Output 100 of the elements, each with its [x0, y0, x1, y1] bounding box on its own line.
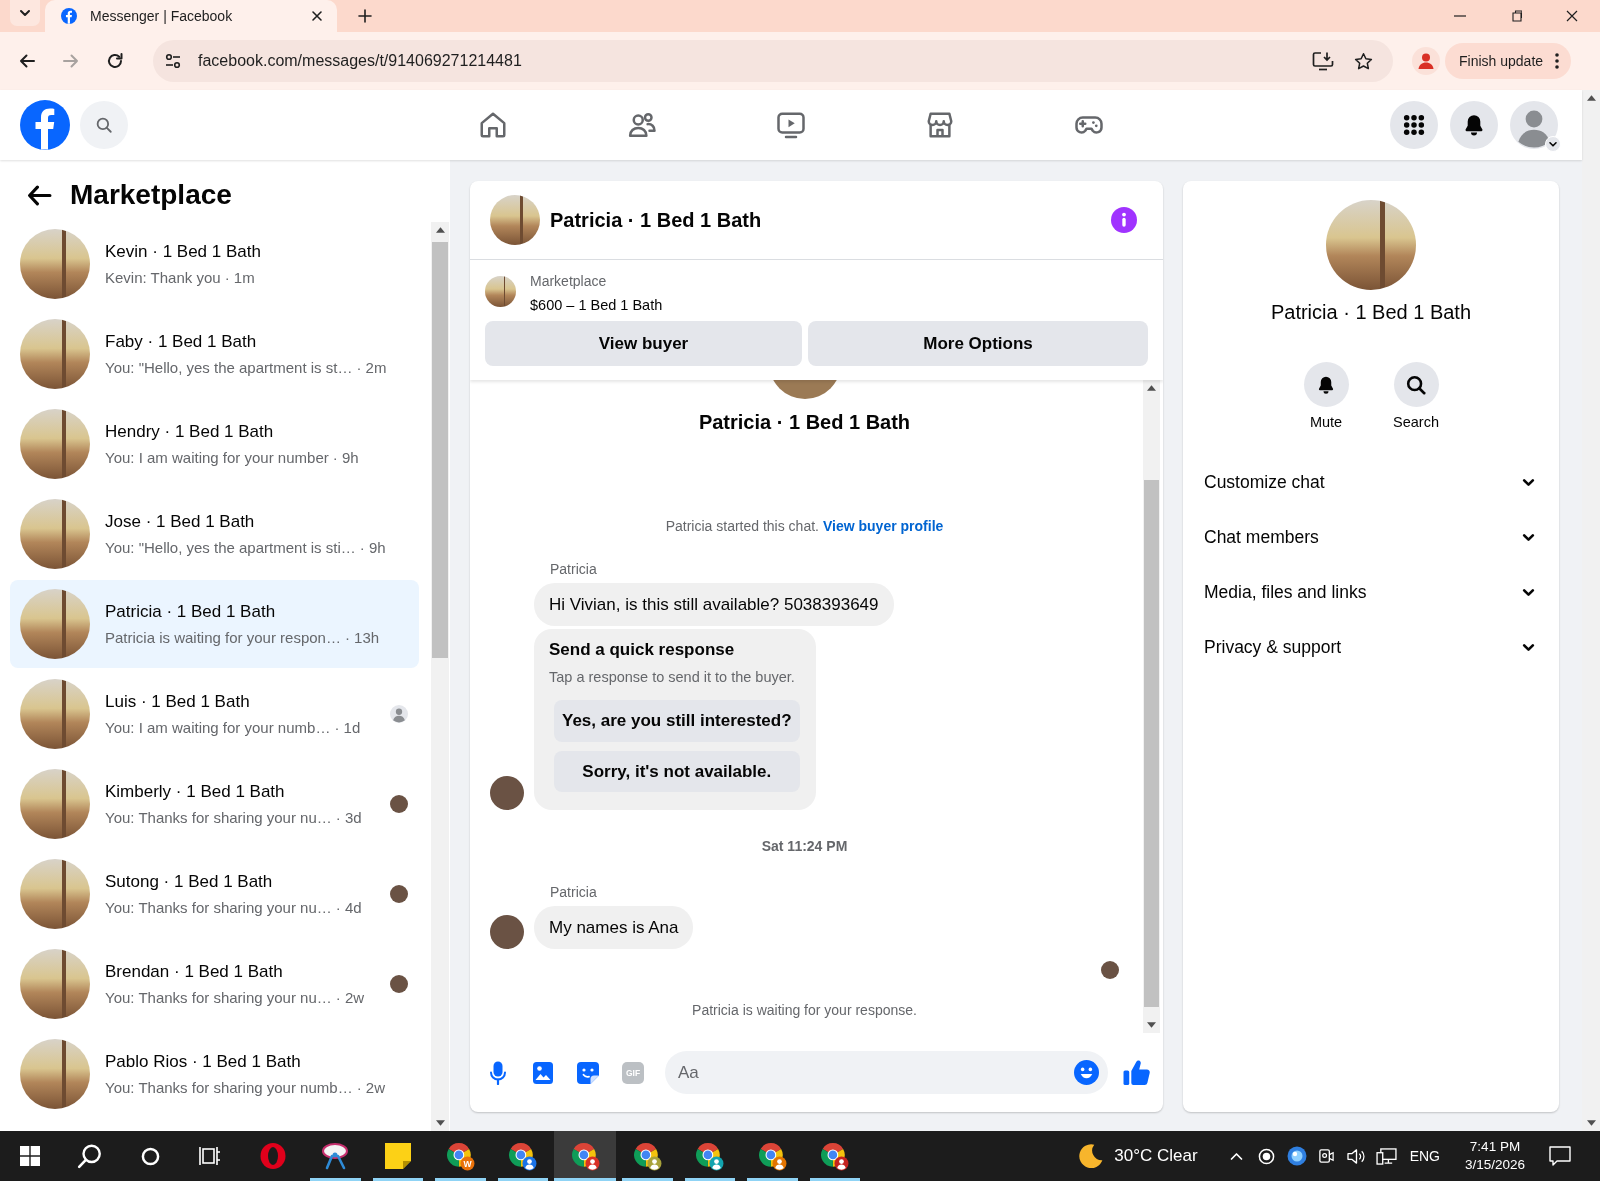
scroll-down-icon[interactable]	[435, 1120, 445, 1126]
tab-list-button[interactable]	[10, 0, 40, 26]
account-button[interactable]	[1510, 101, 1558, 149]
conversation-item[interactable]: Pablo Rios · 1 Bed 1 Bath You: Thanks for sharing your numb… · 2w	[10, 1030, 419, 1118]
message-time: · 2m	[356, 357, 387, 378]
round-app-icon	[1286, 1146, 1307, 1166]
notifications-button[interactable]	[1450, 101, 1498, 149]
search-icon	[77, 1143, 103, 1169]
record-icon	[1258, 1147, 1276, 1165]
view-buyer-button[interactable]: View buyer	[485, 321, 802, 366]
scrollbar-thumb[interactable]	[1144, 480, 1159, 1007]
section-toggle[interactable]: Privacy & support	[1195, 620, 1541, 675]
message-preview: You: Thanks for sharing your numb…	[105, 1077, 353, 1098]
conversation-title: Patricia · 1 Bed 1 Bath	[697, 410, 912, 434]
scroll-down-icon[interactable]	[1147, 1022, 1156, 1028]
section-toggle[interactable]: Customize chat	[1195, 455, 1541, 510]
quick-response-title: Send a quick response	[549, 639, 736, 661]
camera-icon	[1318, 1147, 1336, 1165]
star-icon	[1353, 51, 1373, 71]
weather-button[interactable]: 30°C Clear	[1078, 1131, 1198, 1181]
chevron-down-icon	[19, 7, 31, 19]
clock-time[interactable]: 7:41 PM	[1469, 1138, 1521, 1156]
message-preview: Patricia is waiting for your respon…	[105, 627, 341, 648]
bell-icon	[1316, 374, 1336, 395]
close-icon	[1566, 10, 1578, 22]
search-button[interactable]	[1393, 362, 1439, 407]
conversation-item[interactable]: Kimberly · 1 Bed 1 Bath You: Thanks for sharing your nu… · 3d	[10, 760, 419, 848]
conversation-name: Luis · 1 Bed 1 Bath	[105, 690, 251, 713]
more-options-button[interactable]: More Options	[808, 321, 1148, 366]
speaker-icon	[1347, 1147, 1367, 1165]
sender-name: Patricia	[549, 561, 598, 577]
message-preview: You: Thanks for sharing your nu…	[105, 987, 332, 1008]
menu-button[interactable]	[1390, 101, 1438, 149]
conversation-item[interactable]: Jose · 1 Bed 1 Bath You: "Hello, yes the apartment is sti… · 9h	[10, 490, 419, 578]
quick-reply-button[interactable]: Yes, are you still interested?	[554, 700, 800, 742]
scroll-up-icon[interactable]	[1586, 95, 1596, 101]
scroll-down-icon[interactable]	[1586, 1120, 1596, 1126]
sender-name: Patricia	[549, 884, 598, 900]
chat-notice: Patricia started this chat. View buyer profile	[664, 517, 945, 535]
message-preview: You: I am waiting for your numb…	[105, 717, 331, 738]
listing-photo	[485, 275, 516, 307]
message-time: · 1d	[334, 717, 361, 738]
scrollbar[interactable]	[431, 222, 449, 1131]
conversation-name: Sutong · 1 Bed 1 Bath	[105, 870, 274, 893]
conversation-item[interactable]: Patricia · 1 Bed 1 Bath Patricia is waiting for your respon… · 13h	[10, 580, 419, 668]
monitor-download-icon	[1312, 51, 1334, 71]
taskbar-app-button[interactable]	[553, 1131, 617, 1181]
message-time: · 9h	[359, 537, 386, 558]
update-button[interactable]: Finish update	[1445, 43, 1572, 79]
message-preview: You: "Hello, yes the apartment is st…	[105, 357, 353, 378]
search-icon	[1405, 373, 1427, 396]
message-time: · 3d	[335, 807, 362, 828]
scrollbar-thumb[interactable]	[432, 242, 448, 658]
profile-button[interactable]	[1412, 47, 1440, 75]
conversation-name: Kimberly · 1 Bed 1 Bath	[105, 780, 286, 803]
address-bar[interactable]: facebook.com/messages/t/914069271214481	[153, 40, 1393, 82]
action-label: Mute	[1309, 413, 1343, 431]
conversation-item[interactable]: Brendan · 1 Bed 1 Bath You: Thanks for sharing your nu… · 2w	[10, 940, 419, 1028]
scrollbar[interactable]	[1582, 90, 1600, 1131]
conversation-name: Faby · 1 Bed 1 Bath	[105, 330, 258, 353]
conversation-name: Brendan · 1 Bed 1 Bath	[105, 960, 284, 983]
browser-tab[interactable]: Messenger | Facebook	[45, 0, 337, 32]
more-vertical-icon	[1555, 53, 1560, 69]
microphone-icon	[490, 1060, 506, 1085]
conversation-item[interactable]: Sutong · 1 Bed 1 Bath You: Thanks for sharing your nu… · 4d	[10, 850, 419, 938]
emoji-button[interactable]	[1073, 1059, 1099, 1086]
conversation-item[interactable]: Hendry · 1 Bed 1 Bath You: I am waiting for your number · 9h	[10, 400, 419, 488]
language-indicator[interactable]: ENG	[1409, 1131, 1440, 1181]
message-time: · 4d	[335, 897, 362, 918]
message-time: · 13h	[344, 627, 380, 648]
chat-title: Patricia · 1 Bed 1 Bath	[550, 208, 762, 232]
section-toggle[interactable]: Chat members	[1195, 510, 1541, 565]
scrollbar[interactable]	[1143, 380, 1160, 1033]
listing-photo	[490, 195, 540, 245]
facebook-logo-icon[interactable]	[20, 100, 70, 150]
conversation-name: Hendry · 1 Bed 1 Bath	[105, 420, 275, 443]
conversation-name: Pablo Rios · 1 Bed 1 Bath	[105, 1050, 302, 1073]
conversation-item[interactable]: Luis · 1 Bed 1 Bath You: I am waiting for your numb… · 1d	[10, 670, 419, 758]
quick-reply-button[interactable]: Sorry, it's not available.	[554, 751, 800, 792]
conversation-item[interactable]: Faby · 1 Bed 1 Bath You: "Hello, yes the apartment is st… · 2m	[10, 310, 419, 398]
message-time: · 1m	[224, 267, 255, 288]
mute-button[interactable]	[1303, 362, 1349, 407]
scroll-up-icon[interactable]	[1147, 385, 1156, 391]
section-toggle[interactable]: Media, files and links	[1195, 565, 1541, 620]
message-input[interactable]: Aa	[665, 1051, 1108, 1094]
search-icon	[95, 116, 113, 134]
info-button[interactable]	[1111, 207, 1137, 233]
plus-icon	[358, 9, 372, 23]
clock-date[interactable]: 3/15/2026	[1464, 1156, 1526, 1174]
avatar-photo	[390, 885, 408, 903]
avatar-photo	[390, 975, 408, 993]
conversation-name: Patricia · 1 Bed 1 Bath	[105, 600, 277, 623]
conversation-item[interactable]: Kevin · 1 Bed 1 Bath Kevin: Thank you · 1m	[10, 220, 419, 308]
message-preview: You: I am waiting for your number	[105, 447, 329, 468]
sketch-app-icon	[320, 1141, 351, 1171]
buyer-profile-link[interactable]: View buyer profile	[822, 518, 944, 534]
scroll-up-icon[interactable]	[435, 227, 445, 233]
chevron-badge-icon	[1545, 136, 1561, 152]
store-icon	[925, 110, 955, 140]
arrow-left-icon	[26, 184, 52, 206]
